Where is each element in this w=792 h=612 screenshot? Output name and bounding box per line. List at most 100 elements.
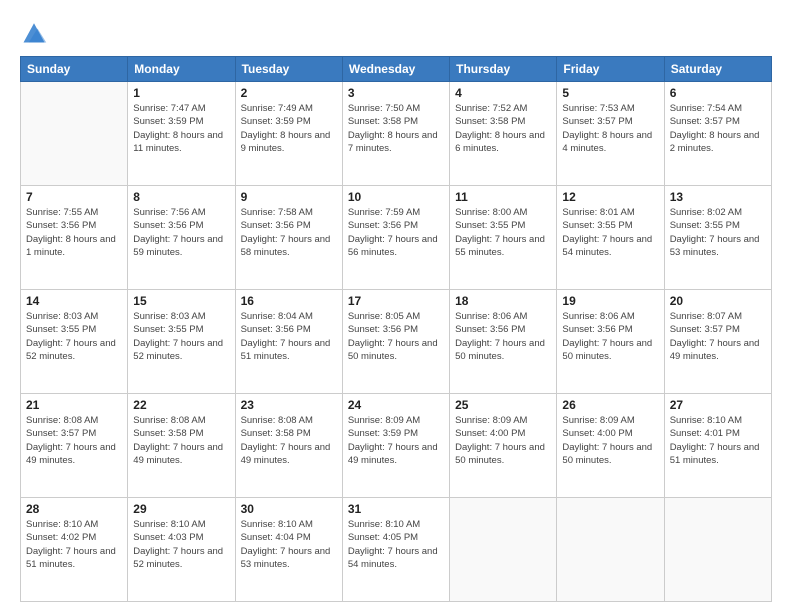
calendar-cell: 9Sunrise: 7:58 AMSunset: 3:56 PMDaylight…	[235, 186, 342, 290]
calendar-cell: 31 Sunrise: 8:10 AMSunset: 4:05 PMDayligh…	[342, 498, 449, 602]
day-number: 24	[348, 398, 444, 412]
day-number: 8	[133, 190, 229, 204]
calendar-cell: 18 Sunrise: 8:06 AMSunset: 3:56 PMDayligh…	[450, 290, 557, 394]
calendar-cell: 15Sunrise: 8:03 AMSunset: 3:55 PMDayligh…	[128, 290, 235, 394]
calendar-week-2: 7Sunrise: 7:55 AMSunset: 3:56 PMDaylight…	[21, 186, 772, 290]
day-number: 17	[348, 294, 444, 308]
day-number: 22	[133, 398, 229, 412]
day-info: Sunrise: 8:09 AMSunset: 4:00 PMDaylight:…	[562, 414, 658, 467]
day-number: 4	[455, 86, 551, 100]
header	[20, 18, 772, 46]
day-number: 25	[455, 398, 551, 412]
day-info: Sunrise: 8:01 AMSunset: 3:55 PMDaylight:…	[562, 206, 658, 259]
day-number: 3	[348, 86, 444, 100]
calendar-table: SundayMondayTuesdayWednesdayThursdayFrid…	[20, 56, 772, 602]
day-info: Sunrise: 7:56 AMSunset: 3:56 PMDaylight:…	[133, 206, 229, 259]
calendar-week-5: 28 Sunrise: 8:10 AMSunset: 4:02 PMDayligh…	[21, 498, 772, 602]
calendar-body: 1 Sunrise: 7:47 AMSunset: 3:59 PMDaylight…	[21, 82, 772, 602]
day-number: 19	[562, 294, 658, 308]
calendar-cell	[450, 498, 557, 602]
day-info: Sunrise: 8:03 AMSunset: 3:55 PMDaylight:…	[26, 310, 122, 363]
day-number: 27	[670, 398, 766, 412]
calendar-cell: 2Sunrise: 7:49 AMSunset: 3:59 PMDaylight…	[235, 82, 342, 186]
day-info: Sunrise: 8:10 AMSunset: 4:04 PMDaylight:…	[241, 518, 337, 571]
day-info: Sunrise: 8:06 AMSunset: 3:56 PMDaylight:…	[562, 310, 658, 363]
day-number: 12	[562, 190, 658, 204]
day-number: 13	[670, 190, 766, 204]
weekday-header-wednesday: Wednesday	[342, 57, 449, 82]
logo-icon	[20, 18, 48, 46]
day-number: 28	[26, 502, 122, 516]
calendar-cell: 1 Sunrise: 7:47 AMSunset: 3:59 PMDaylight…	[128, 82, 235, 186]
calendar-cell: 28 Sunrise: 8:10 AMSunset: 4:02 PMDayligh…	[21, 498, 128, 602]
calendar-cell: 14 Sunrise: 8:03 AMSunset: 3:55 PMDayligh…	[21, 290, 128, 394]
calendar-cell: 23 Sunrise: 8:08 AMSunset: 3:58 PMDayligh…	[235, 394, 342, 498]
day-info: Sunrise: 7:53 AMSunset: 3:57 PMDaylight:…	[562, 102, 658, 155]
day-number: 1	[133, 86, 229, 100]
calendar-cell: 21Sunrise: 8:08 AMSunset: 3:57 PMDayligh…	[21, 394, 128, 498]
day-info: Sunrise: 7:52 AMSunset: 3:58 PMDaylight:…	[455, 102, 551, 155]
calendar-cell: 11 Sunrise: 8:00 AMSunset: 3:55 PMDayligh…	[450, 186, 557, 290]
day-number: 10	[348, 190, 444, 204]
day-number: 31	[348, 502, 444, 516]
day-info: Sunrise: 8:04 AMSunset: 3:56 PMDaylight:…	[241, 310, 337, 363]
weekday-header-monday: Monday	[128, 57, 235, 82]
calendar-cell	[557, 498, 664, 602]
page: SundayMondayTuesdayWednesdayThursdayFrid…	[0, 0, 792, 612]
calendar-cell: 16 Sunrise: 8:04 AMSunset: 3:56 PMDayligh…	[235, 290, 342, 394]
calendar-cell	[664, 498, 771, 602]
day-number: 5	[562, 86, 658, 100]
weekday-header-friday: Friday	[557, 57, 664, 82]
calendar-cell: 24 Sunrise: 8:09 AMSunset: 3:59 PMDayligh…	[342, 394, 449, 498]
calendar-cell: 4 Sunrise: 7:52 AMSunset: 3:58 PMDaylight…	[450, 82, 557, 186]
day-number: 7	[26, 190, 122, 204]
day-info: Sunrise: 8:10 AMSunset: 4:05 PMDaylight:…	[348, 518, 444, 571]
day-number: 16	[241, 294, 337, 308]
day-number: 2	[241, 86, 337, 100]
day-info: Sunrise: 8:10 AMSunset: 4:02 PMDaylight:…	[26, 518, 122, 571]
weekday-header-sunday: Sunday	[21, 57, 128, 82]
day-info: Sunrise: 7:47 AMSunset: 3:59 PMDaylight:…	[133, 102, 229, 155]
calendar-cell: 7Sunrise: 7:55 AMSunset: 3:56 PMDaylight…	[21, 186, 128, 290]
calendar-cell: 20Sunrise: 8:07 AMSunset: 3:57 PMDayligh…	[664, 290, 771, 394]
day-info: Sunrise: 8:09 AMSunset: 4:00 PMDaylight:…	[455, 414, 551, 467]
day-number: 11	[455, 190, 551, 204]
calendar-week-1: 1 Sunrise: 7:47 AMSunset: 3:59 PMDaylight…	[21, 82, 772, 186]
day-info: Sunrise: 8:06 AMSunset: 3:56 PMDaylight:…	[455, 310, 551, 363]
calendar-cell: 6Sunrise: 7:54 AMSunset: 3:57 PMDaylight…	[664, 82, 771, 186]
day-info: Sunrise: 8:00 AMSunset: 3:55 PMDaylight:…	[455, 206, 551, 259]
day-info: Sunrise: 8:08 AMSunset: 3:58 PMDaylight:…	[241, 414, 337, 467]
day-info: Sunrise: 8:09 AMSunset: 3:59 PMDaylight:…	[348, 414, 444, 467]
day-info: Sunrise: 8:02 AMSunset: 3:55 PMDaylight:…	[670, 206, 766, 259]
calendar-cell: 26 Sunrise: 8:09 AMSunset: 4:00 PMDayligh…	[557, 394, 664, 498]
calendar-week-3: 14 Sunrise: 8:03 AMSunset: 3:55 PMDayligh…	[21, 290, 772, 394]
day-number: 21	[26, 398, 122, 412]
calendar-week-4: 21Sunrise: 8:08 AMSunset: 3:57 PMDayligh…	[21, 394, 772, 498]
calendar-cell: 8 Sunrise: 7:56 AMSunset: 3:56 PMDaylight…	[128, 186, 235, 290]
day-number: 15	[133, 294, 229, 308]
calendar-cell: 27 Sunrise: 8:10 AMSunset: 4:01 PMDayligh…	[664, 394, 771, 498]
day-info: Sunrise: 8:10 AMSunset: 4:01 PMDaylight:…	[670, 414, 766, 467]
day-info: Sunrise: 7:58 AMSunset: 3:56 PMDaylight:…	[241, 206, 337, 259]
day-number: 18	[455, 294, 551, 308]
day-info: Sunrise: 8:10 AMSunset: 4:03 PMDaylight:…	[133, 518, 229, 571]
weekday-header-saturday: Saturday	[664, 57, 771, 82]
calendar-cell: 10 Sunrise: 7:59 AMSunset: 3:56 PMDayligh…	[342, 186, 449, 290]
calendar-cell	[21, 82, 128, 186]
calendar-cell: 19 Sunrise: 8:06 AMSunset: 3:56 PMDayligh…	[557, 290, 664, 394]
day-info: Sunrise: 8:05 AMSunset: 3:56 PMDaylight:…	[348, 310, 444, 363]
day-info: Sunrise: 8:07 AMSunset: 3:57 PMDaylight:…	[670, 310, 766, 363]
calendar-cell: 30 Sunrise: 8:10 AMSunset: 4:04 PMDayligh…	[235, 498, 342, 602]
day-number: 30	[241, 502, 337, 516]
weekday-header-tuesday: Tuesday	[235, 57, 342, 82]
day-number: 6	[670, 86, 766, 100]
weekday-header-thursday: Thursday	[450, 57, 557, 82]
calendar-cell: 22Sunrise: 8:08 AMSunset: 3:58 PMDayligh…	[128, 394, 235, 498]
calendar-cell: 17 Sunrise: 8:05 AMSunset: 3:56 PMDayligh…	[342, 290, 449, 394]
day-info: Sunrise: 7:50 AMSunset: 3:58 PMDaylight:…	[348, 102, 444, 155]
day-number: 14	[26, 294, 122, 308]
day-number: 26	[562, 398, 658, 412]
calendar-cell: 25 Sunrise: 8:09 AMSunset: 4:00 PMDayligh…	[450, 394, 557, 498]
day-number: 23	[241, 398, 337, 412]
day-info: Sunrise: 7:59 AMSunset: 3:56 PMDaylight:…	[348, 206, 444, 259]
